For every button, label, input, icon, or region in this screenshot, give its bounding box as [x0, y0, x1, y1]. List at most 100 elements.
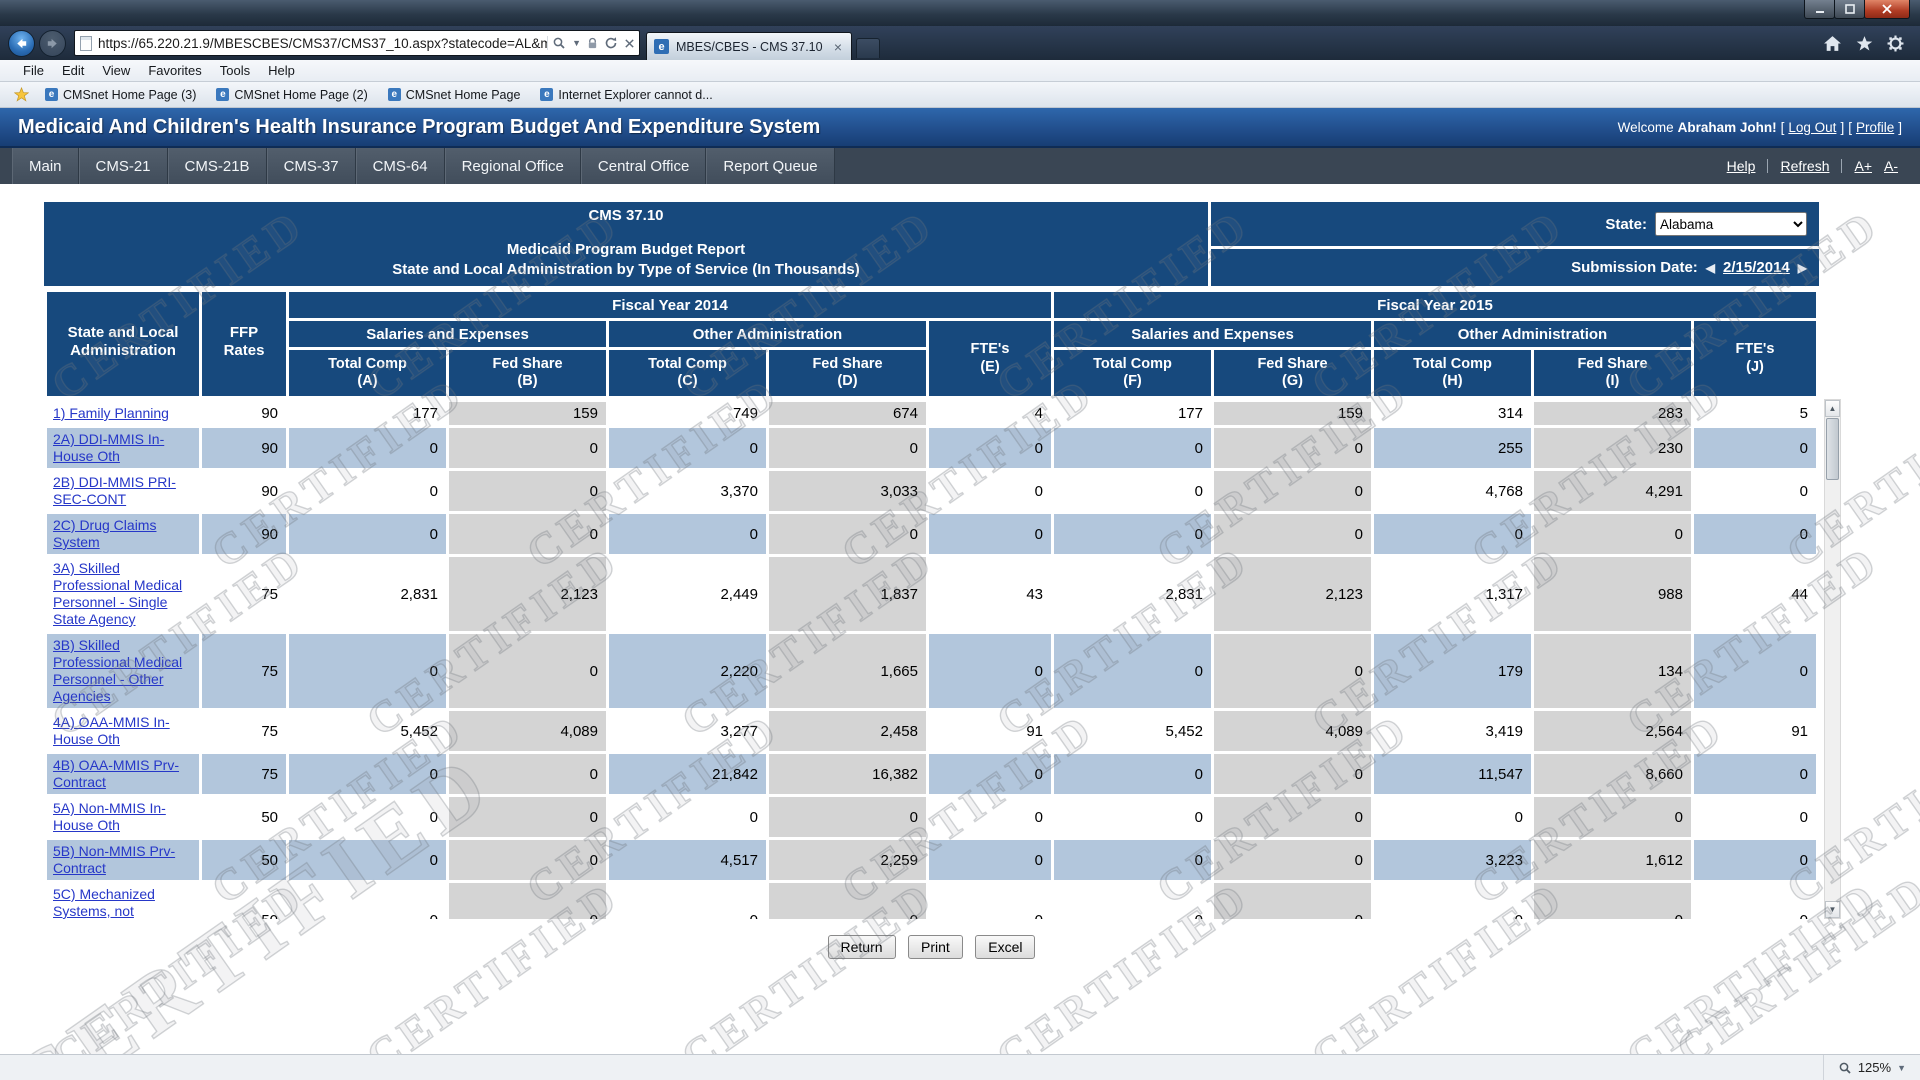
profile-link[interactable]: Profile: [1856, 120, 1894, 135]
url-text[interactable]: https://65.220.21.9/MBESCBES/CMS37/CMS37…: [98, 36, 547, 51]
row-label-link[interactable]: 4B) OAA-MMIS Prv-Contract: [53, 757, 179, 790]
row-label-link[interactable]: 5A) Non-MMIS In-House Oth: [53, 800, 166, 833]
value-cell: 0: [1054, 754, 1211, 794]
value-cell: 1,665: [769, 634, 926, 708]
menu-item-help[interactable]: Help: [259, 63, 304, 78]
nav-central-office[interactable]: Central Office: [581, 148, 706, 184]
gear-icon[interactable]: [1887, 35, 1904, 52]
value-cell: 0: [1214, 883, 1371, 919]
nav-cms-21b[interactable]: CMS-21B: [168, 148, 267, 184]
favorite-link[interactable]: eInternet Explorer cannot d...: [532, 88, 720, 102]
row-label-link[interactable]: 2C) Drug Claims System: [53, 517, 156, 550]
refresh-icon[interactable]: [604, 36, 618, 50]
menu-item-edit[interactable]: Edit: [53, 63, 93, 78]
menu-item-favorites[interactable]: Favorites: [139, 63, 210, 78]
browser-window: https://65.220.21.9/MBESCBES/CMS37/CMS37…: [0, 0, 1920, 1080]
value-cell: 0: [449, 471, 606, 511]
scroll-down-button[interactable]: ▼: [1825, 901, 1840, 918]
ffp-rate-cell: 90: [202, 471, 286, 511]
value-cell: 0: [929, 514, 1051, 554]
favorite-label: CMSnet Home Page (2): [234, 88, 367, 102]
row-label-link[interactable]: 3B) Skilled Professional Medical Personn…: [53, 637, 182, 704]
forward-button[interactable]: [39, 30, 66, 57]
value-cell: 0: [769, 883, 926, 919]
value-cell: 16,382: [769, 754, 926, 794]
value-cell: 4,089: [1214, 711, 1371, 751]
value-cell: 2,831: [289, 557, 446, 631]
value-cell: 4,517: [609, 840, 766, 880]
row-label-cell: 5C) Mechanized Systems, not Approved und…: [47, 883, 199, 919]
ffp-rate-cell: 50: [202, 883, 286, 919]
nav-cms-37[interactable]: CMS-37: [267, 148, 356, 184]
column-header: Fed Share(G): [1214, 350, 1371, 396]
state-select[interactable]: Alabama: [1655, 212, 1807, 236]
print-button[interactable]: Print: [908, 935, 963, 959]
value-cell: 0: [1054, 883, 1211, 919]
value-cell: 177: [1054, 402, 1211, 425]
app-title: Medicaid And Children's Health Insurance…: [18, 116, 820, 139]
refresh-link[interactable]: Refresh: [1780, 158, 1829, 174]
search-icon[interactable]: [552, 36, 566, 50]
zoom-control[interactable]: 125% ▼: [1823, 1055, 1920, 1080]
value-cell: 0: [1054, 634, 1211, 708]
menu-item-view[interactable]: View: [93, 63, 139, 78]
row-label-link[interactable]: 2B) DDI-MMIS PRI-SEC-CONT: [53, 474, 176, 507]
nav-report-queue[interactable]: Report Queue: [706, 148, 834, 184]
value-cell: 0: [449, 797, 606, 837]
value-cell: 0: [609, 797, 766, 837]
address-bar[interactable]: https://65.220.21.9/MBESCBES/CMS37/CMS37…: [74, 30, 640, 56]
favorites-icon[interactable]: [1856, 35, 1873, 52]
window-close-button[interactable]: [1864, 0, 1910, 19]
value-cell: 0: [289, 471, 446, 511]
menu-item-tools[interactable]: Tools: [211, 63, 259, 78]
value-cell: 91: [929, 711, 1051, 751]
nav-main[interactable]: Main: [12, 148, 79, 184]
home-icon[interactable]: [1823, 35, 1842, 52]
table-scrollbar[interactable]: ▲ ▼: [1824, 399, 1841, 919]
stop-icon[interactable]: [624, 38, 635, 49]
table-row: 5A) Non-MMIS In-House Oth500000000000: [47, 797, 1816, 837]
new-tab-button[interactable]: [856, 38, 880, 58]
back-button[interactable]: [8, 30, 35, 57]
row-label-link[interactable]: 5C) Mechanized Systems, not Approved und…: [53, 886, 165, 919]
favorite-link[interactable]: eCMSnet Home Page (2): [208, 88, 375, 102]
return-button[interactable]: Return: [828, 935, 896, 959]
row-label-link[interactable]: 5B) Non-MMIS Prv-Contract: [53, 843, 175, 876]
tab-close-button[interactable]: ×: [832, 40, 844, 54]
value-cell: 0: [769, 428, 926, 468]
favorite-link[interactable]: eCMSnet Home Page: [380, 88, 529, 102]
report-title-block: CMS 37.10 Medicaid Program Budget Report…: [44, 202, 1208, 286]
value-cell: 0: [1054, 797, 1211, 837]
submission-date-prev-arrow[interactable]: ◀: [1706, 261, 1715, 275]
value-cell: 0: [1694, 883, 1816, 919]
scrollbar-thumb[interactable]: [1826, 418, 1839, 480]
favorites-star-icon[interactable]: [14, 87, 29, 102]
font-increase-link[interactable]: A+: [1854, 158, 1872, 174]
favorites-bar: eCMSnet Home Page (3) eCMSnet Home Page …: [0, 82, 1920, 108]
row-label-link[interactable]: 4A) OAA-MMIS In-House Oth: [53, 714, 170, 747]
bracket: [: [1781, 120, 1785, 135]
favorite-link[interactable]: eCMSnet Home Page (3): [37, 88, 204, 102]
window-minimize-button[interactable]: [1804, 0, 1835, 19]
submission-date-next-arrow[interactable]: ▶: [1798, 261, 1807, 275]
scroll-up-button[interactable]: ▲: [1825, 400, 1840, 417]
menu-item-file[interactable]: File: [14, 63, 53, 78]
logout-link[interactable]: Log Out: [1788, 120, 1836, 135]
address-dropdown-caret[interactable]: ▼: [572, 38, 581, 48]
nav-cms-64[interactable]: CMS-64: [356, 148, 445, 184]
help-link[interactable]: Help: [1727, 158, 1756, 174]
excel-button[interactable]: Excel: [975, 935, 1035, 959]
value-cell: 0: [1534, 514, 1691, 554]
row-label-link[interactable]: 2A) DDI-MMIS In-House Oth: [53, 431, 164, 464]
font-decrease-link[interactable]: A-: [1884, 158, 1898, 174]
row-label-link[interactable]: 3A) Skilled Professional Medical Personn…: [53, 560, 182, 627]
nav-regional-office[interactable]: Regional Office: [445, 148, 581, 184]
nav-cms-21[interactable]: CMS-21: [79, 148, 168, 184]
value-cell: 3,419: [1374, 711, 1531, 751]
browser-tab[interactable]: e MBES/CBES - CMS 37.10 ×: [646, 32, 852, 60]
window-maximize-button[interactable]: [1834, 0, 1865, 19]
row-label-link[interactable]: 1) Family Planning: [53, 405, 169, 421]
submission-date-link[interactable]: 2/15/2014: [1723, 259, 1790, 276]
value-cell: 0: [1694, 514, 1816, 554]
value-cell: 2,259: [769, 840, 926, 880]
